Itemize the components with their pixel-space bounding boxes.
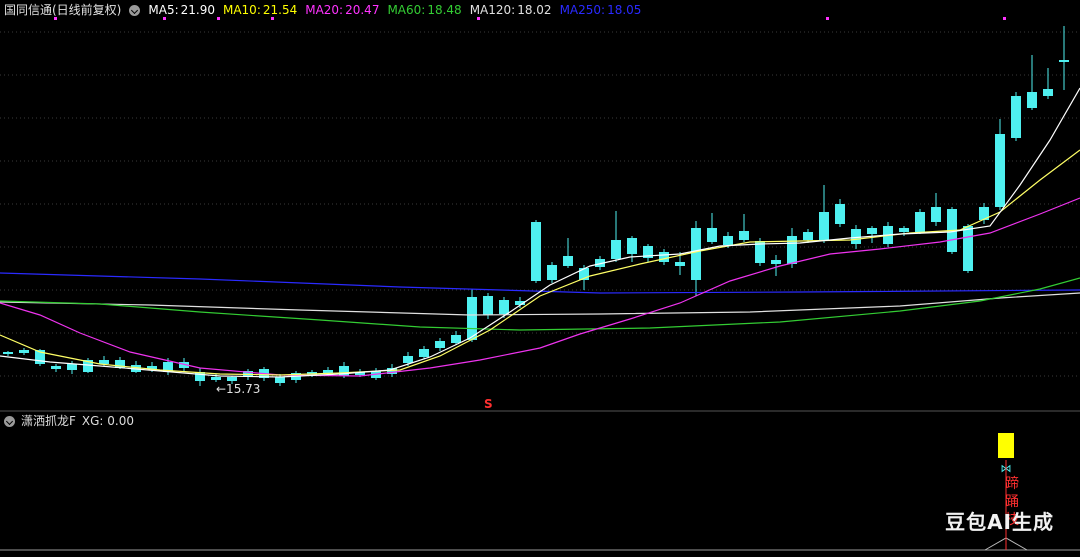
- candle-body: [675, 262, 685, 266]
- candle-body: [627, 238, 637, 254]
- candlestick: [547, 262, 557, 283]
- candlestick: [771, 255, 781, 276]
- indicator-header: 潇洒抓龙F XG: 0.00: [4, 412, 134, 430]
- candle-body: [819, 212, 829, 240]
- marker-dot: [477, 17, 480, 20]
- marker-dot: [54, 17, 57, 20]
- candlestick: [931, 193, 941, 226]
- candle-body: [707, 228, 717, 242]
- candlestick: [627, 236, 637, 262]
- candlestick: [1027, 55, 1037, 110]
- candlestick: [563, 238, 573, 268]
- candlestick: [195, 368, 205, 386]
- candle-body: [451, 335, 461, 343]
- candle-body: [963, 226, 973, 271]
- candlestick: [291, 371, 301, 383]
- candle-body: [739, 231, 749, 240]
- candle-body: [19, 350, 29, 353]
- candle-body: [323, 370, 333, 373]
- sell-marker: S: [484, 397, 493, 411]
- candle-body: [691, 228, 701, 280]
- candlestick: [1011, 92, 1021, 141]
- candle-body: [659, 252, 669, 262]
- candle-body: [467, 297, 477, 340]
- candle-body: [547, 265, 557, 280]
- candlestick: [691, 221, 701, 296]
- top-marker-dots: [54, 17, 1006, 20]
- signal-char: 蹄: [1005, 475, 1019, 492]
- candle-body: [1027, 92, 1037, 108]
- marker-dot: [271, 17, 274, 20]
- candle-body: [3, 352, 13, 354]
- candle-body: [835, 204, 845, 224]
- candle-body: [483, 296, 493, 315]
- candle-body: [435, 341, 445, 348]
- candle-body: [995, 134, 1005, 207]
- watermark: 豆包AI生成: [945, 510, 1054, 534]
- candlestick: [707, 213, 717, 244]
- candlestick: [19, 348, 29, 355]
- indicator-xg-value: XG: 0.00: [81, 414, 135, 428]
- candle-body: [723, 236, 733, 245]
- candle-body: [1059, 60, 1069, 62]
- candlestick: [611, 211, 621, 262]
- candle-body: [51, 366, 61, 369]
- candlestick: [531, 220, 541, 283]
- candle-body: [563, 256, 573, 266]
- candlestick: [3, 351, 13, 356]
- candlestick: [643, 244, 653, 262]
- candle-body: [99, 360, 109, 364]
- candlestick: [739, 214, 749, 242]
- low-price-annotation: ←15.73: [216, 382, 260, 396]
- candle-body: [899, 228, 909, 232]
- candlestick: [819, 185, 829, 243]
- candlestick: [995, 119, 1005, 210]
- candlestick: [963, 224, 973, 273]
- candlestick: [419, 346, 429, 359]
- candle-body: [499, 300, 509, 314]
- marker-dot: [163, 17, 166, 20]
- candlestick: [51, 364, 61, 372]
- candle-body: [1043, 89, 1053, 96]
- candle-body: [531, 222, 541, 281]
- candlestick: [435, 338, 445, 351]
- candlestick: [1059, 26, 1069, 90]
- candle-body: [67, 364, 77, 370]
- candlestick: [835, 199, 845, 227]
- candle-body: [803, 232, 813, 240]
- indicator-title[interactable]: 潇洒抓龙F: [21, 412, 76, 430]
- price-grid: [0, 31, 1080, 377]
- chevron-down-icon[interactable]: [4, 415, 15, 427]
- candle-body: [403, 356, 413, 363]
- candle-body: [915, 212, 925, 232]
- candlestick-series[interactable]: [3, 26, 1069, 386]
- candle-body: [771, 260, 781, 264]
- signal-bar: [998, 433, 1014, 458]
- candle-body: [227, 377, 237, 381]
- marker-dot: [217, 17, 220, 20]
- marker-dot: [826, 17, 829, 20]
- candle-body: [851, 229, 861, 244]
- candle-body: [211, 377, 221, 380]
- marker-dot: [1003, 17, 1006, 20]
- candlestick: [867, 226, 877, 243]
- candle-body: [611, 240, 621, 259]
- candlestick: [659, 249, 669, 265]
- candlestick: [915, 209, 925, 234]
- candle-body: [1011, 96, 1021, 138]
- candle-body: [867, 228, 877, 234]
- candle-body: [931, 207, 941, 222]
- indicator-panel: ⋈蹄踊枝: [0, 433, 1080, 551]
- candle-body: [419, 349, 429, 357]
- candle-body: [787, 236, 797, 264]
- candle-body: [275, 377, 285, 383]
- kline-chart[interactable]: ←15.73 S ⋈蹄踊枝: [0, 0, 1080, 557]
- candlestick: [1043, 68, 1053, 99]
